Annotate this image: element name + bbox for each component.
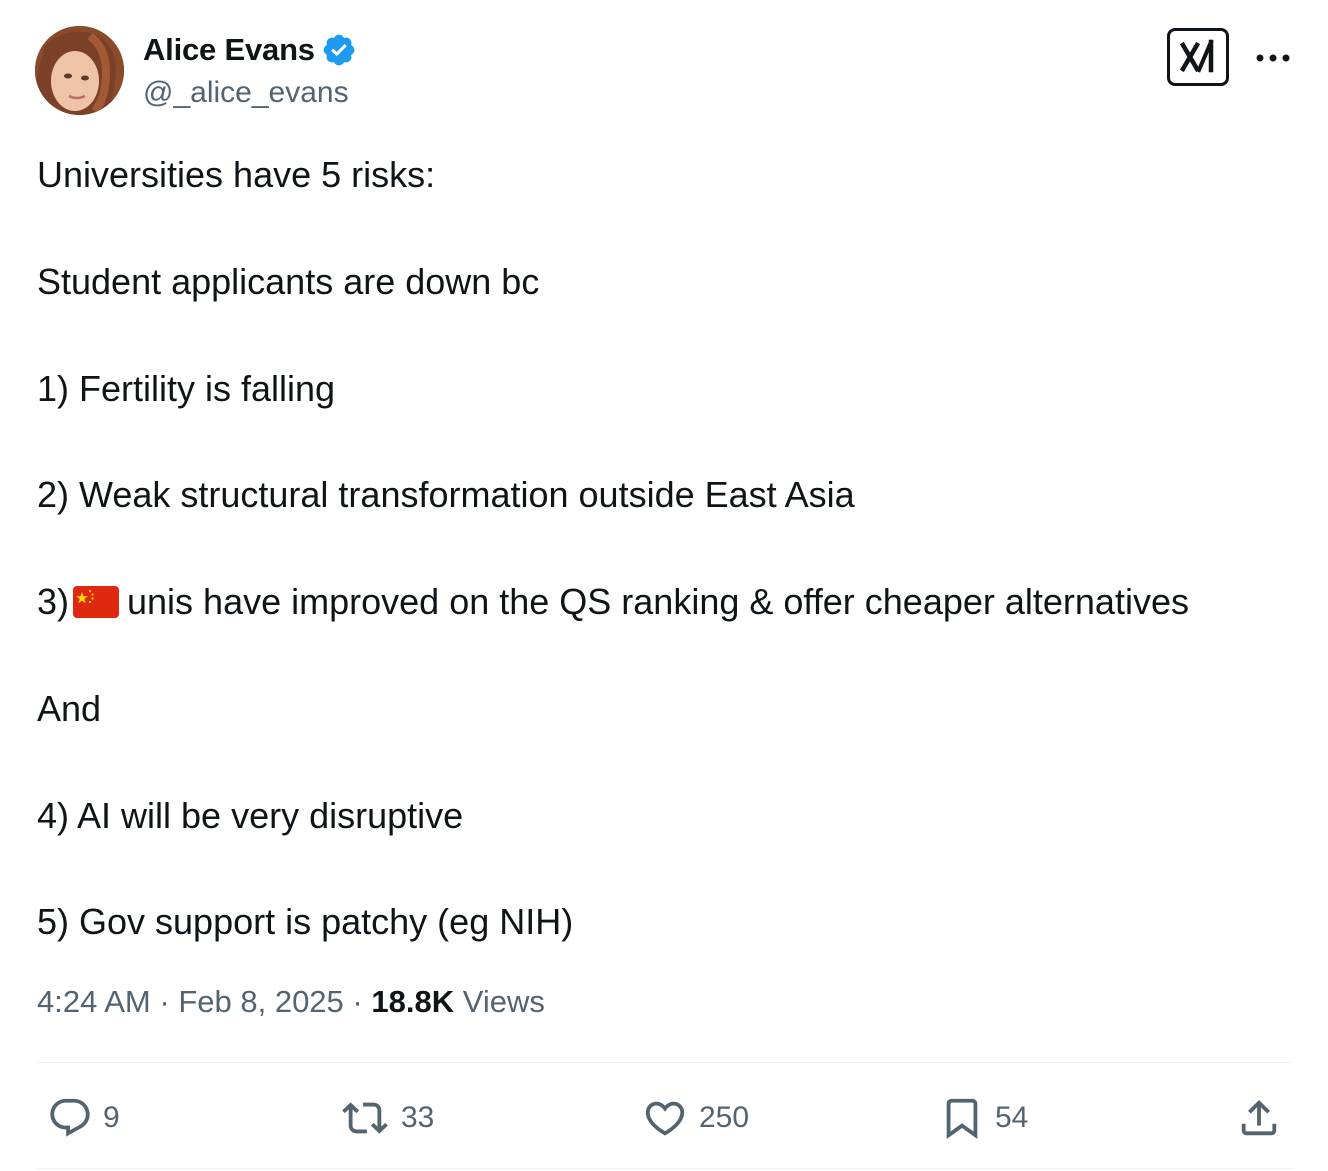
reply-count: 9 xyxy=(103,1101,120,1134)
repost-icon xyxy=(342,1102,388,1134)
verified-badge-icon[interactable] xyxy=(321,32,357,68)
like-button[interactable]: 250 xyxy=(641,1090,749,1146)
tweet-line-with-flag: 3) unis have improved on the QS ranking … xyxy=(37,575,1307,628)
divider xyxy=(37,1168,1294,1169)
grok-icon xyxy=(1179,39,1214,73)
share-button[interactable] xyxy=(1236,1090,1282,1146)
tweet-line: Student applicants are down bc xyxy=(37,260,540,302)
more-options-button[interactable] xyxy=(1252,44,1294,72)
tweet-line: And xyxy=(37,687,102,729)
action-bar: 9 33 250 54 xyxy=(37,1090,1294,1146)
avatar-image xyxy=(35,26,124,115)
tweet-line: Universities have 5 risks: xyxy=(37,154,436,195)
avatar[interactable] xyxy=(35,26,124,115)
author-handle[interactable]: @_alice_evans xyxy=(143,76,349,110)
reply-icon xyxy=(50,1098,90,1137)
grok-button[interactable] xyxy=(1167,28,1229,86)
tweet-line: 1) Fertility is falling xyxy=(37,367,336,409)
divider xyxy=(37,1062,1294,1063)
tweet-time[interactable]: 4:24 AM xyxy=(37,984,151,1019)
views-count[interactable]: 18.8K xyxy=(371,984,454,1019)
reply-button[interactable]: 9 xyxy=(47,1090,120,1146)
tweet-line-text: unis have improved on the QS ranking & o… xyxy=(127,581,1189,623)
more-dots-icon xyxy=(1256,54,1290,62)
tweet-line-number: 3) xyxy=(37,581,70,623)
repost-button[interactable]: 33 xyxy=(339,1090,434,1146)
repost-count: 33 xyxy=(401,1101,435,1134)
author-display-name[interactable]: Alice Evans xyxy=(143,32,315,68)
share-icon xyxy=(1241,1099,1277,1136)
bookmark-icon xyxy=(946,1098,978,1139)
tweet-date[interactable]: Feb 8, 2025 xyxy=(178,984,343,1019)
bookmark-count: 54 xyxy=(995,1101,1029,1134)
tweet-line: 5) Gov support is patchy (eg NIH) xyxy=(37,901,574,943)
china-flag-icon xyxy=(73,585,120,618)
tweet-line: 2) Weak structural transformation outsid… xyxy=(37,474,855,516)
views-label[interactable]: Views xyxy=(463,984,545,1019)
meta-separator: · xyxy=(159,984,170,1019)
tweet-meta: 4:24 AM · Feb 8, 2025 · 18.8K Views xyxy=(37,984,545,1020)
tweet-line: 4) AI will be very disruptive xyxy=(37,794,464,836)
heart-icon xyxy=(645,1101,685,1136)
tweet-text: Universities have 5 risks: Student appli… xyxy=(37,148,1307,949)
bookmark-button[interactable]: 54 xyxy=(939,1090,1028,1146)
like-count: 250 xyxy=(699,1101,750,1134)
meta-separator: · xyxy=(352,984,363,1019)
author-name-row: Alice Evans xyxy=(143,30,357,70)
